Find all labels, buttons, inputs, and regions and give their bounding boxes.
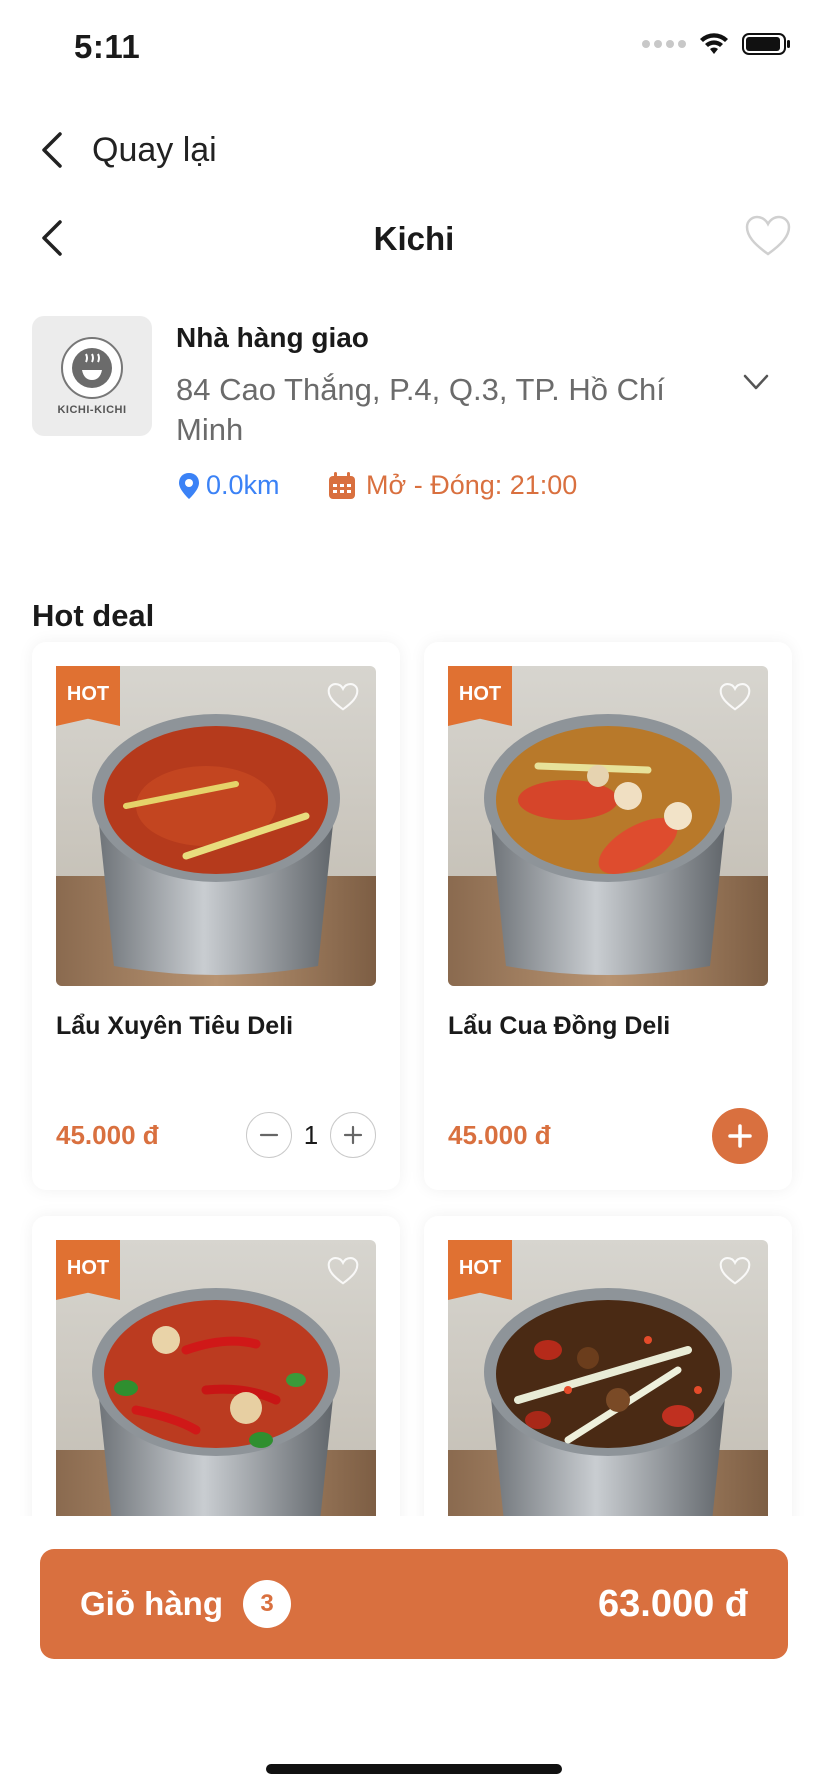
store-header: Kichi — [0, 210, 828, 270]
heart-icon — [327, 1257, 359, 1285]
store-type: Nhà hàng giao — [176, 322, 369, 353]
heart-icon — [719, 1257, 751, 1285]
minus-icon — [259, 1133, 279, 1137]
calendar-icon — [329, 471, 355, 499]
hot-badge: HOT — [448, 1240, 512, 1300]
cart-button[interactable]: Giỏ hàng 3 63.000 đ — [40, 1549, 788, 1659]
store-address: 84 Cao Thắng, P.4, Q.3, TP. Hồ Chí Minh — [176, 372, 665, 447]
heart-icon — [745, 215, 791, 256]
quantity-stepper: 1 — [246, 1112, 376, 1158]
plus-icon — [728, 1124, 752, 1148]
opening-hours: Mở - Đóng: 21:00 — [328, 470, 577, 501]
heart-icon — [327, 683, 359, 711]
hot-badge: HOT — [56, 666, 120, 726]
cart-count-badge: 3 — [243, 1580, 291, 1628]
location-pin-icon — [179, 472, 199, 499]
hot-badge: HOT — [448, 666, 512, 726]
back-link[interactable]: Quay lại — [40, 120, 217, 180]
address-expand-button[interactable] — [742, 372, 770, 397]
product-card[interactable]: HOT Lẩu Cua Đồng Deli 45.000 đ — [424, 642, 792, 1190]
store-logo: KICHI-KICHI — [32, 316, 152, 436]
favorite-store-button[interactable] — [744, 214, 792, 263]
back-label: Quay lại — [92, 130, 217, 169]
decrease-button[interactable] — [246, 1112, 292, 1158]
cart-total: 63.000 đ — [598, 1582, 748, 1625]
status-time: 5:11 — [74, 28, 141, 65]
favorite-product-button[interactable] — [718, 1256, 752, 1291]
product-name: Lẩu Xuyên Tiêu Deli — [56, 1012, 294, 1040]
favorite-product-button[interactable] — [718, 682, 752, 717]
battery-icon — [742, 33, 790, 55]
chevron-left-icon — [42, 132, 62, 168]
increase-button[interactable] — [330, 1112, 376, 1158]
product-price: 45.000 đ — [56, 1120, 159, 1150]
logo-text: KICHI-KICHI — [57, 404, 127, 416]
distance-info: 0.0km — [178, 470, 280, 501]
distance-value: 0.0km — [206, 470, 280, 500]
cart-label: Giỏ hàng — [80, 1585, 223, 1622]
hot-badge: HOT — [56, 1240, 120, 1300]
add-to-cart-button[interactable] — [712, 1108, 768, 1164]
favorite-product-button[interactable] — [326, 682, 360, 717]
section-title: Hot deal — [32, 598, 155, 633]
signal-icon — [642, 40, 686, 48]
product-name: Lẩu Cua Đồng Deli — [448, 1012, 671, 1040]
home-indicator — [266, 1764, 562, 1774]
hotpot-logo-icon — [61, 337, 123, 399]
status-icons — [642, 32, 792, 56]
favorite-product-button[interactable] — [326, 1256, 360, 1291]
chevron-down-icon — [743, 374, 769, 390]
heart-icon — [719, 683, 751, 711]
hours-value: Mở - Đóng: 21:00 — [366, 470, 578, 500]
page-title: Kichi — [373, 220, 455, 257]
plus-icon — [343, 1125, 363, 1145]
quantity-value: 1 — [303, 1119, 319, 1150]
product-price: 45.000 đ — [448, 1120, 551, 1150]
product-card[interactable]: HOT Lẩu Xuyên Tiêu Deli 45.000 đ 1 — [32, 642, 400, 1190]
wifi-icon — [700, 33, 728, 54]
